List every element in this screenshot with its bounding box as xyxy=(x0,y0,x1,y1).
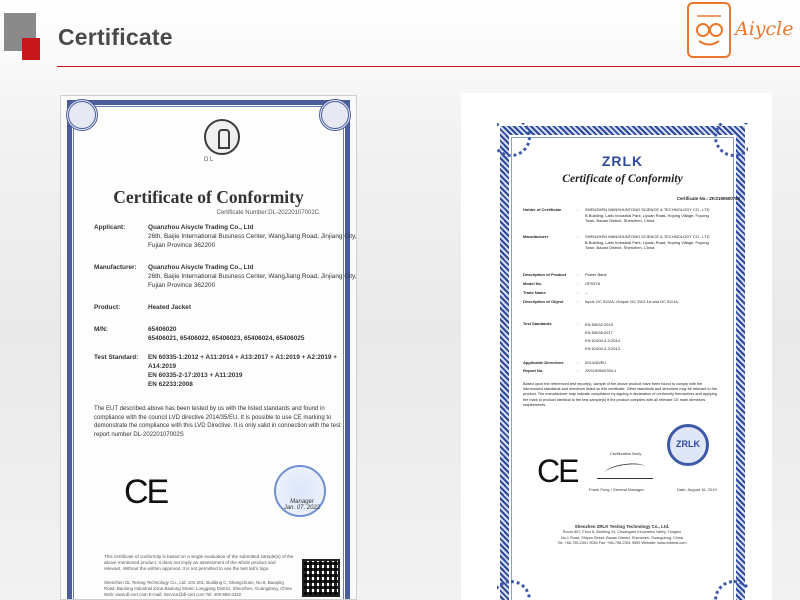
header-divider xyxy=(57,66,800,67)
holder-address-line1: B Building, Laifu Industrial Park, Liyua… xyxy=(585,212,709,218)
corner-ornament-icon xyxy=(319,99,351,131)
page-header: Certificate Aiycle xyxy=(0,0,800,68)
manufacturer-label: Manufacturer: xyxy=(94,264,137,271)
certificate-title: Certificate of Conformity xyxy=(562,172,683,185)
corner-ornament-icon xyxy=(66,99,98,131)
directives-value: 2014/30/EU xyxy=(585,360,607,365)
certificate-left: D L Certificate of Conformity Certificat… xyxy=(60,95,357,600)
standards-label: Test Standards xyxy=(523,321,552,326)
footer-disclaimer: This certificate of conformity is based … xyxy=(104,554,294,571)
manufacturer-address-line2: Fujian Province 362200 xyxy=(148,282,216,289)
directives-label: Applicable Directives xyxy=(523,360,564,365)
product-value: Heated Jacket xyxy=(148,304,191,311)
seal-text: ZRLK xyxy=(676,439,700,449)
model-label: M/N: xyxy=(94,326,108,333)
applicant-address-line2: Fujian Province 362200 xyxy=(148,242,216,249)
manufacturer-label: Manufacturer xyxy=(523,234,549,239)
product-label: Product: xyxy=(94,304,121,311)
standard-3: EN 62233:2008 xyxy=(148,381,193,388)
standard-1: EN 55032:2015 xyxy=(585,322,613,327)
certificate-number: Certificate No.: ZKS190600784 xyxy=(676,196,740,201)
standard-4: EN 61000-3-3:2013 xyxy=(585,346,620,351)
certification-body-label: Certification Body xyxy=(610,451,642,456)
object-label: Description of Object xyxy=(523,299,564,304)
footer-address: Shenzhen DL Testing Technology Co., Ltd.… xyxy=(104,580,292,591)
issue-date: Date: August 16, 2019 xyxy=(677,487,717,492)
manufacturer-address-line2: Town, Baoan District, Shenzhen, China xyxy=(585,245,655,251)
issuer-name: Shenzhen ZRLK Testing Technology Co., Lt… xyxy=(574,524,670,529)
issuer-contact: Tel: +86-755-2301 9036 Fax: +86-755-2301… xyxy=(557,541,687,546)
stamp-date: Jan. 07, 2022 xyxy=(283,505,321,511)
product-label: Description of Product xyxy=(523,272,567,277)
certificate-number: Certificate Number:DL-20220107002C xyxy=(216,210,319,216)
applicant-label: Applicant: xyxy=(94,224,126,231)
issuer-address-line1: Room 807, Floor 8, Building 24, Chuangwe… xyxy=(562,530,682,535)
manufacturer-address-line1: B Building, Laifu Industrial Park, Liyua… xyxy=(585,239,709,245)
applicant-address-line1: 26th, Baijie International Business Cent… xyxy=(148,233,357,240)
standard-1: EN 60335-1:2012 + A11:2014 + A13:2017 + … xyxy=(148,354,337,370)
brand-logo-icon xyxy=(687,2,731,58)
model-value-primary: 65406020 xyxy=(148,326,177,333)
standard-label: Test Standard: xyxy=(94,354,139,361)
compliance-paragraph: Based upon the referenced test report(s)… xyxy=(523,382,717,407)
certificate-right: ZRLK Certificate of Conformity Certifica… xyxy=(497,123,748,600)
brand-name: Aiycle xyxy=(735,18,794,40)
page-title: Certificate xyxy=(58,24,173,50)
report-value: ZKS190600784-1 xyxy=(585,368,617,373)
report-label: Report No. xyxy=(523,368,544,373)
standard-2: EN 55035:2017 xyxy=(585,330,613,335)
applicant-name: Quanzhou Aisycle Trading Co., Ltd xyxy=(148,224,254,231)
holder-name: SHENZHEN WANSHUNTONG SCIENCE & TECHNOLOG… xyxy=(585,207,710,212)
compliance-paragraph: The EUT described above has been tested … xyxy=(94,406,341,438)
model-value-others: 65406021, 65406022, 65406023, 65406024, … xyxy=(148,335,305,342)
issuer-logo: ZRLK xyxy=(601,153,644,169)
certificate-title: Certificate of Conformity xyxy=(113,187,304,207)
manufacturer-name: Quanzhou Aisycle Trading Co., Ltd xyxy=(148,264,254,271)
trade-name-label: Trade Name xyxy=(523,290,546,295)
ce-mark: CE xyxy=(124,473,169,511)
issuer-footer: Shenzhen ZRLK Testing Technology Co., Lt… xyxy=(523,524,721,547)
issuer-address-line2: No.1 Road, Shiyan Street, Baoan District… xyxy=(561,535,683,540)
standard-2: EN 60335-2-17:2013 + A11:2019 xyxy=(148,372,243,379)
model-label: Model No. xyxy=(523,281,543,286)
trade-name-value: -- xyxy=(585,290,588,295)
manufacturer-name: SHENZHEN WANSHUNTONG SCIENCE & TECHNOLOG… xyxy=(585,234,710,239)
model-value: OP037A xyxy=(585,281,601,286)
signer-name: Frank Feng / General Manager xyxy=(589,487,644,492)
seal-text: D L xyxy=(204,157,214,163)
seal-emblem-icon xyxy=(204,119,240,155)
holder-label: Holder of Certificate xyxy=(523,207,562,212)
qr-code-icon xyxy=(302,559,340,597)
standard-3: EN 61000-3-2:2014 xyxy=(585,338,620,343)
certificate-body: D L Certificate of Conformity Certificat… xyxy=(66,99,356,599)
footer-contact: Web: www.dl-cert.com E-mail: Service@dl-… xyxy=(104,592,242,597)
header-decor-red-square xyxy=(22,38,40,60)
holder-address-line2: Town, Baoan District, Shenzhen, China xyxy=(585,218,655,224)
object-value: Input: DC 5V/2A, Output: DC 5V/2.1A and … xyxy=(585,299,678,304)
ce-mark: CE xyxy=(537,453,579,489)
manufacturer-address-line1: 26th, Baijie International Business Cent… xyxy=(148,273,357,280)
bicycle-face-icon xyxy=(696,15,723,46)
product-value: Power Bank xyxy=(585,272,607,277)
official-seal-icon: ZRLK xyxy=(667,424,709,466)
